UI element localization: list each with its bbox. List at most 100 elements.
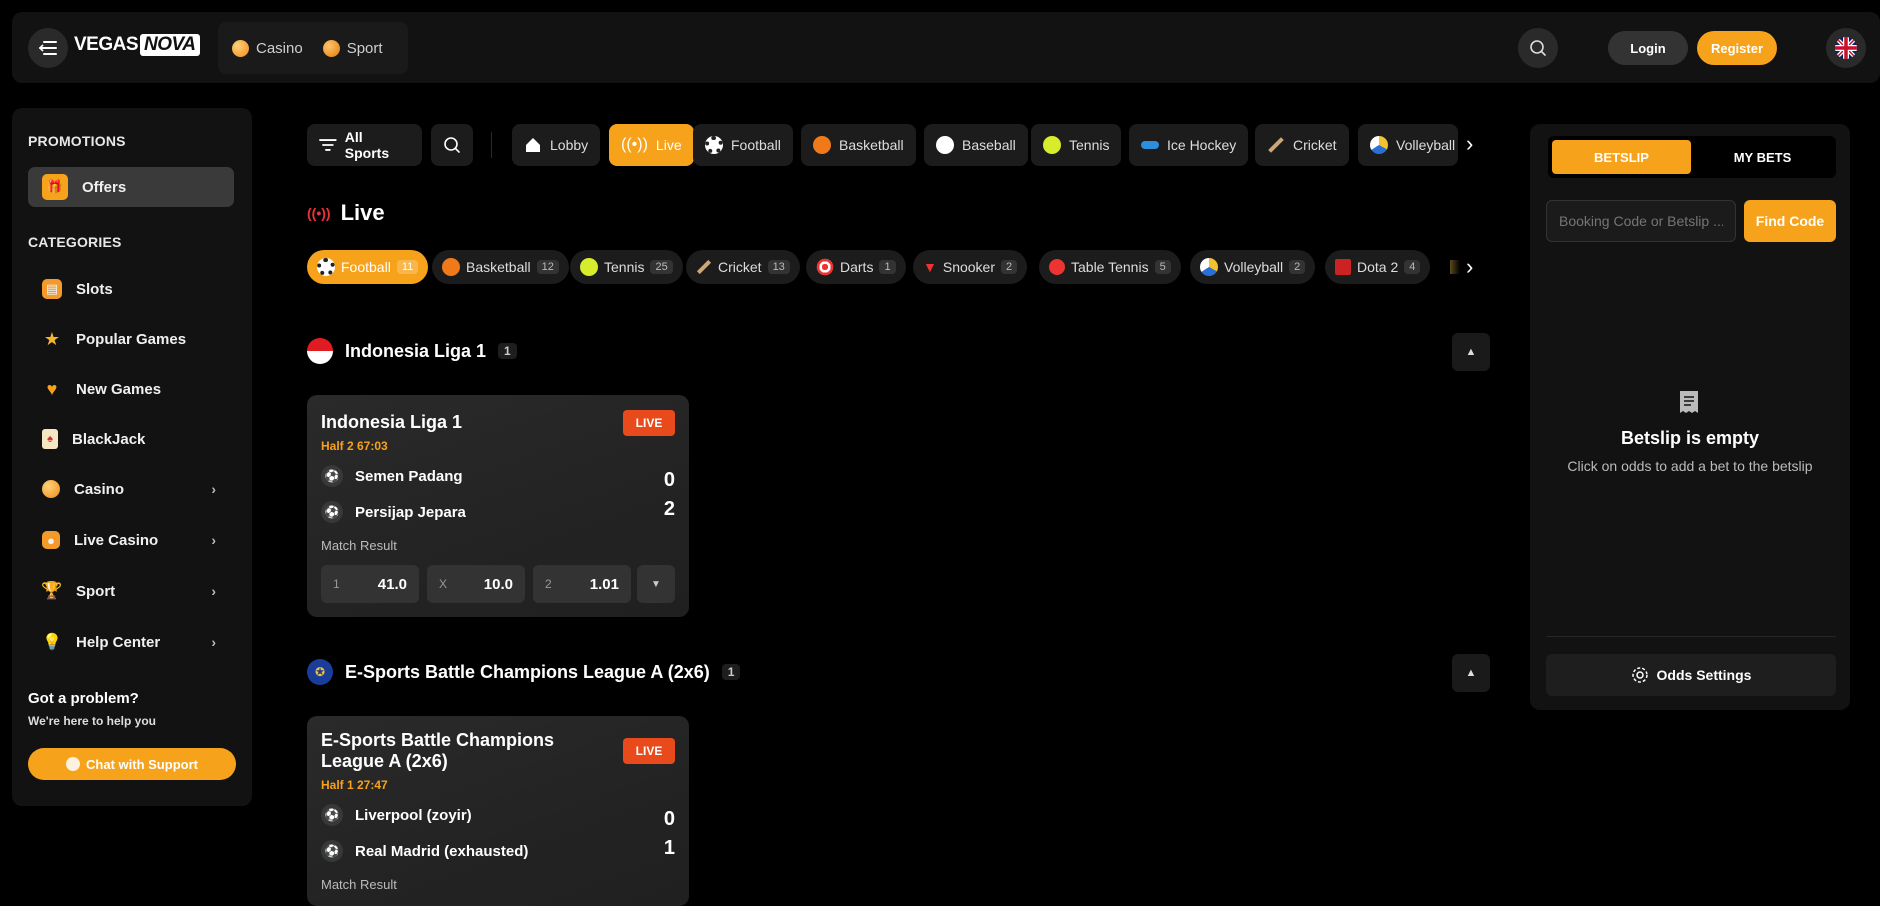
tab-betslip[interactable]: BETSLIP [1552, 140, 1691, 174]
brand-logo[interactable]: VEGAS NOVA [74, 34, 200, 56]
chip-darts[interactable]: Darts 1 [806, 250, 906, 284]
match-league-title: E-Sports Battle Champions League A (2x6) [321, 730, 555, 771]
login-button[interactable]: Login [1608, 31, 1688, 65]
tab-cricket[interactable]: Cricket [1255, 124, 1349, 166]
odd-value: 1.01 [589, 575, 619, 593]
sidebar-item-popular-games[interactable]: ★ Popular Games [28, 319, 234, 359]
chip-label: Table Tennis [1071, 259, 1149, 275]
booking-code-input[interactable] [1546, 200, 1736, 242]
odd-label: 2 [545, 577, 552, 591]
football-icon: ⚽ [321, 840, 343, 862]
register-button[interactable]: Register [1697, 31, 1777, 65]
league-header[interactable]: Indonesia Liga 1 1 [307, 338, 517, 364]
match-card[interactable]: E-Sports Battle Champions League A (2x6)… [307, 716, 689, 906]
odd-button-away[interactable]: 2 1.01 [533, 565, 631, 603]
divider [1546, 636, 1836, 637]
chip-count: 11 [396, 260, 419, 274]
tab-baseball[interactable]: Baseball [924, 124, 1028, 166]
all-sports-button[interactable]: All Sports [307, 124, 422, 166]
chip-snooker[interactable]: ▼ Snooker 2 [913, 250, 1028, 284]
sidebar-item-label: New Games [76, 380, 162, 398]
tab-my-bets[interactable]: MY BETS [1693, 140, 1832, 174]
nav-casino[interactable]: Casino [232, 39, 303, 57]
tab-ice-hockey[interactable]: Ice Hockey [1129, 124, 1249, 166]
tab-label: Live [655, 137, 682, 153]
chevron-right-icon[interactable]: › [1466, 254, 1473, 280]
sidebar-item-label: Popular Games [76, 330, 187, 348]
dota-icon [1335, 259, 1351, 275]
chip-tennis[interactable]: Tennis 25 [570, 250, 683, 284]
football-icon [317, 258, 335, 276]
tab-basketball[interactable]: Basketball [801, 124, 916, 166]
live-broadcast-icon: ((•)) [307, 205, 331, 221]
odds-settings-button[interactable]: Odds Settings [1546, 654, 1836, 696]
sidebar-item-label: Slots [76, 280, 113, 298]
nav-sport[interactable]: Sport [322, 39, 383, 57]
tab-volleyball[interactable]: Volleyball [1358, 124, 1458, 166]
odd-button-home[interactable]: 1 41.0 [321, 565, 419, 603]
sport-search-button[interactable] [431, 124, 473, 166]
away-score: 2 [663, 498, 675, 520]
sidebar-item-new-games[interactable]: ♥ New Games [28, 369, 234, 409]
volleyball-icon [1200, 258, 1218, 276]
sport-coin-icon [322, 39, 340, 57]
tab-lobby[interactable]: Lobby [512, 124, 601, 166]
betslip-panel: BETSLIP MY BETS Find Code Betslip is emp… [1530, 124, 1850, 710]
league-count: 1 [721, 664, 741, 680]
heart-icon: ♥ [46, 378, 58, 399]
home-team-name: Liverpool (zoyir) [355, 806, 472, 824]
logo-text-nova: NOVA [140, 34, 200, 56]
home-team-name: Semen Padang [355, 467, 463, 485]
chip-football[interactable]: Football 11 [307, 250, 429, 284]
chat-support-button[interactable]: Chat with Support [28, 748, 236, 780]
tab-label: Baseball [962, 137, 1016, 153]
chip-volleyball[interactable]: Volleyball 2 [1190, 250, 1316, 284]
sidebar-item-blackjack[interactable]: ♠ BlackJack [28, 419, 234, 459]
league-count: 1 [498, 343, 517, 359]
sidebar-item-slots[interactable]: ▤ Slots [28, 269, 234, 309]
collapse-button[interactable]: ▲ [1452, 654, 1490, 692]
find-code-button[interactable]: Find Code [1744, 200, 1836, 242]
sidebar-item-help-center[interactable]: 💡 Help Center › [28, 622, 234, 662]
chip-fade [1450, 260, 1460, 274]
sidebar-item-sport[interactable]: 🏆 Sport › [28, 571, 234, 611]
market-label: Match Result [321, 877, 397, 892]
live-badge: LIVE [623, 738, 675, 764]
uk-flag-icon [1835, 37, 1857, 59]
match-card[interactable]: Indonesia Liga 1 LIVE Half 2 67:03 ⚽ Seme… [307, 395, 689, 617]
sidebar-item-casino[interactable]: Casino › [28, 469, 234, 509]
sidebar-item-live-casino[interactable]: ● Live Casino › [28, 520, 234, 560]
language-selector[interactable] [1826, 28, 1866, 68]
dartboard-icon [816, 258, 834, 276]
tennis-ball-icon [1043, 136, 1061, 154]
home-team: ⚽ Liverpool (zoyir) [321, 804, 472, 826]
snooker-balls-icon: ▼ [923, 259, 937, 275]
tab-label: Ice Hockey [1167, 137, 1237, 153]
away-team-name: Real Madrid (exhausted) [355, 842, 529, 860]
tab-label: Tennis [1069, 137, 1110, 153]
chip-cricket[interactable]: Cricket 13 [686, 250, 800, 284]
league-header[interactable]: ✪ E-Sports Battle Champions League A (2x… [307, 659, 741, 685]
more-markets-button[interactable]: ▼ [637, 565, 675, 603]
chip-basketball[interactable]: Basketball 12 [432, 250, 569, 284]
tab-label: Lobby [550, 137, 589, 153]
home-score: 0 [663, 469, 675, 491]
chevron-right-icon[interactable]: › [1466, 131, 1473, 157]
menu-toggle-button[interactable] [28, 28, 68, 68]
match-time: Half 2 67:03 [321, 439, 388, 453]
star-icon: ★ [43, 328, 61, 349]
football-icon: ⚽ [321, 465, 343, 487]
tab-football[interactable]: Football [693, 124, 793, 166]
live-casino-icon: ● [42, 531, 60, 549]
tab-live[interactable]: ((•)) Live [609, 124, 694, 166]
collapse-button[interactable]: ▲ [1452, 333, 1490, 371]
chip-count: 2 [1289, 260, 1306, 274]
chip-table-tennis[interactable]: Table Tennis 5 [1039, 250, 1181, 284]
odd-button-draw[interactable]: X 10.0 [427, 565, 525, 603]
tab-tennis[interactable]: Tennis [1031, 124, 1122, 166]
live-badge: LIVE [623, 410, 675, 436]
home-score: 0 [663, 808, 675, 830]
chip-dota-2[interactable]: Dota 2 4 [1325, 250, 1431, 284]
search-button[interactable] [1518, 28, 1558, 68]
sidebar-item-offers[interactable]: 🎁 Offers [28, 167, 234, 207]
